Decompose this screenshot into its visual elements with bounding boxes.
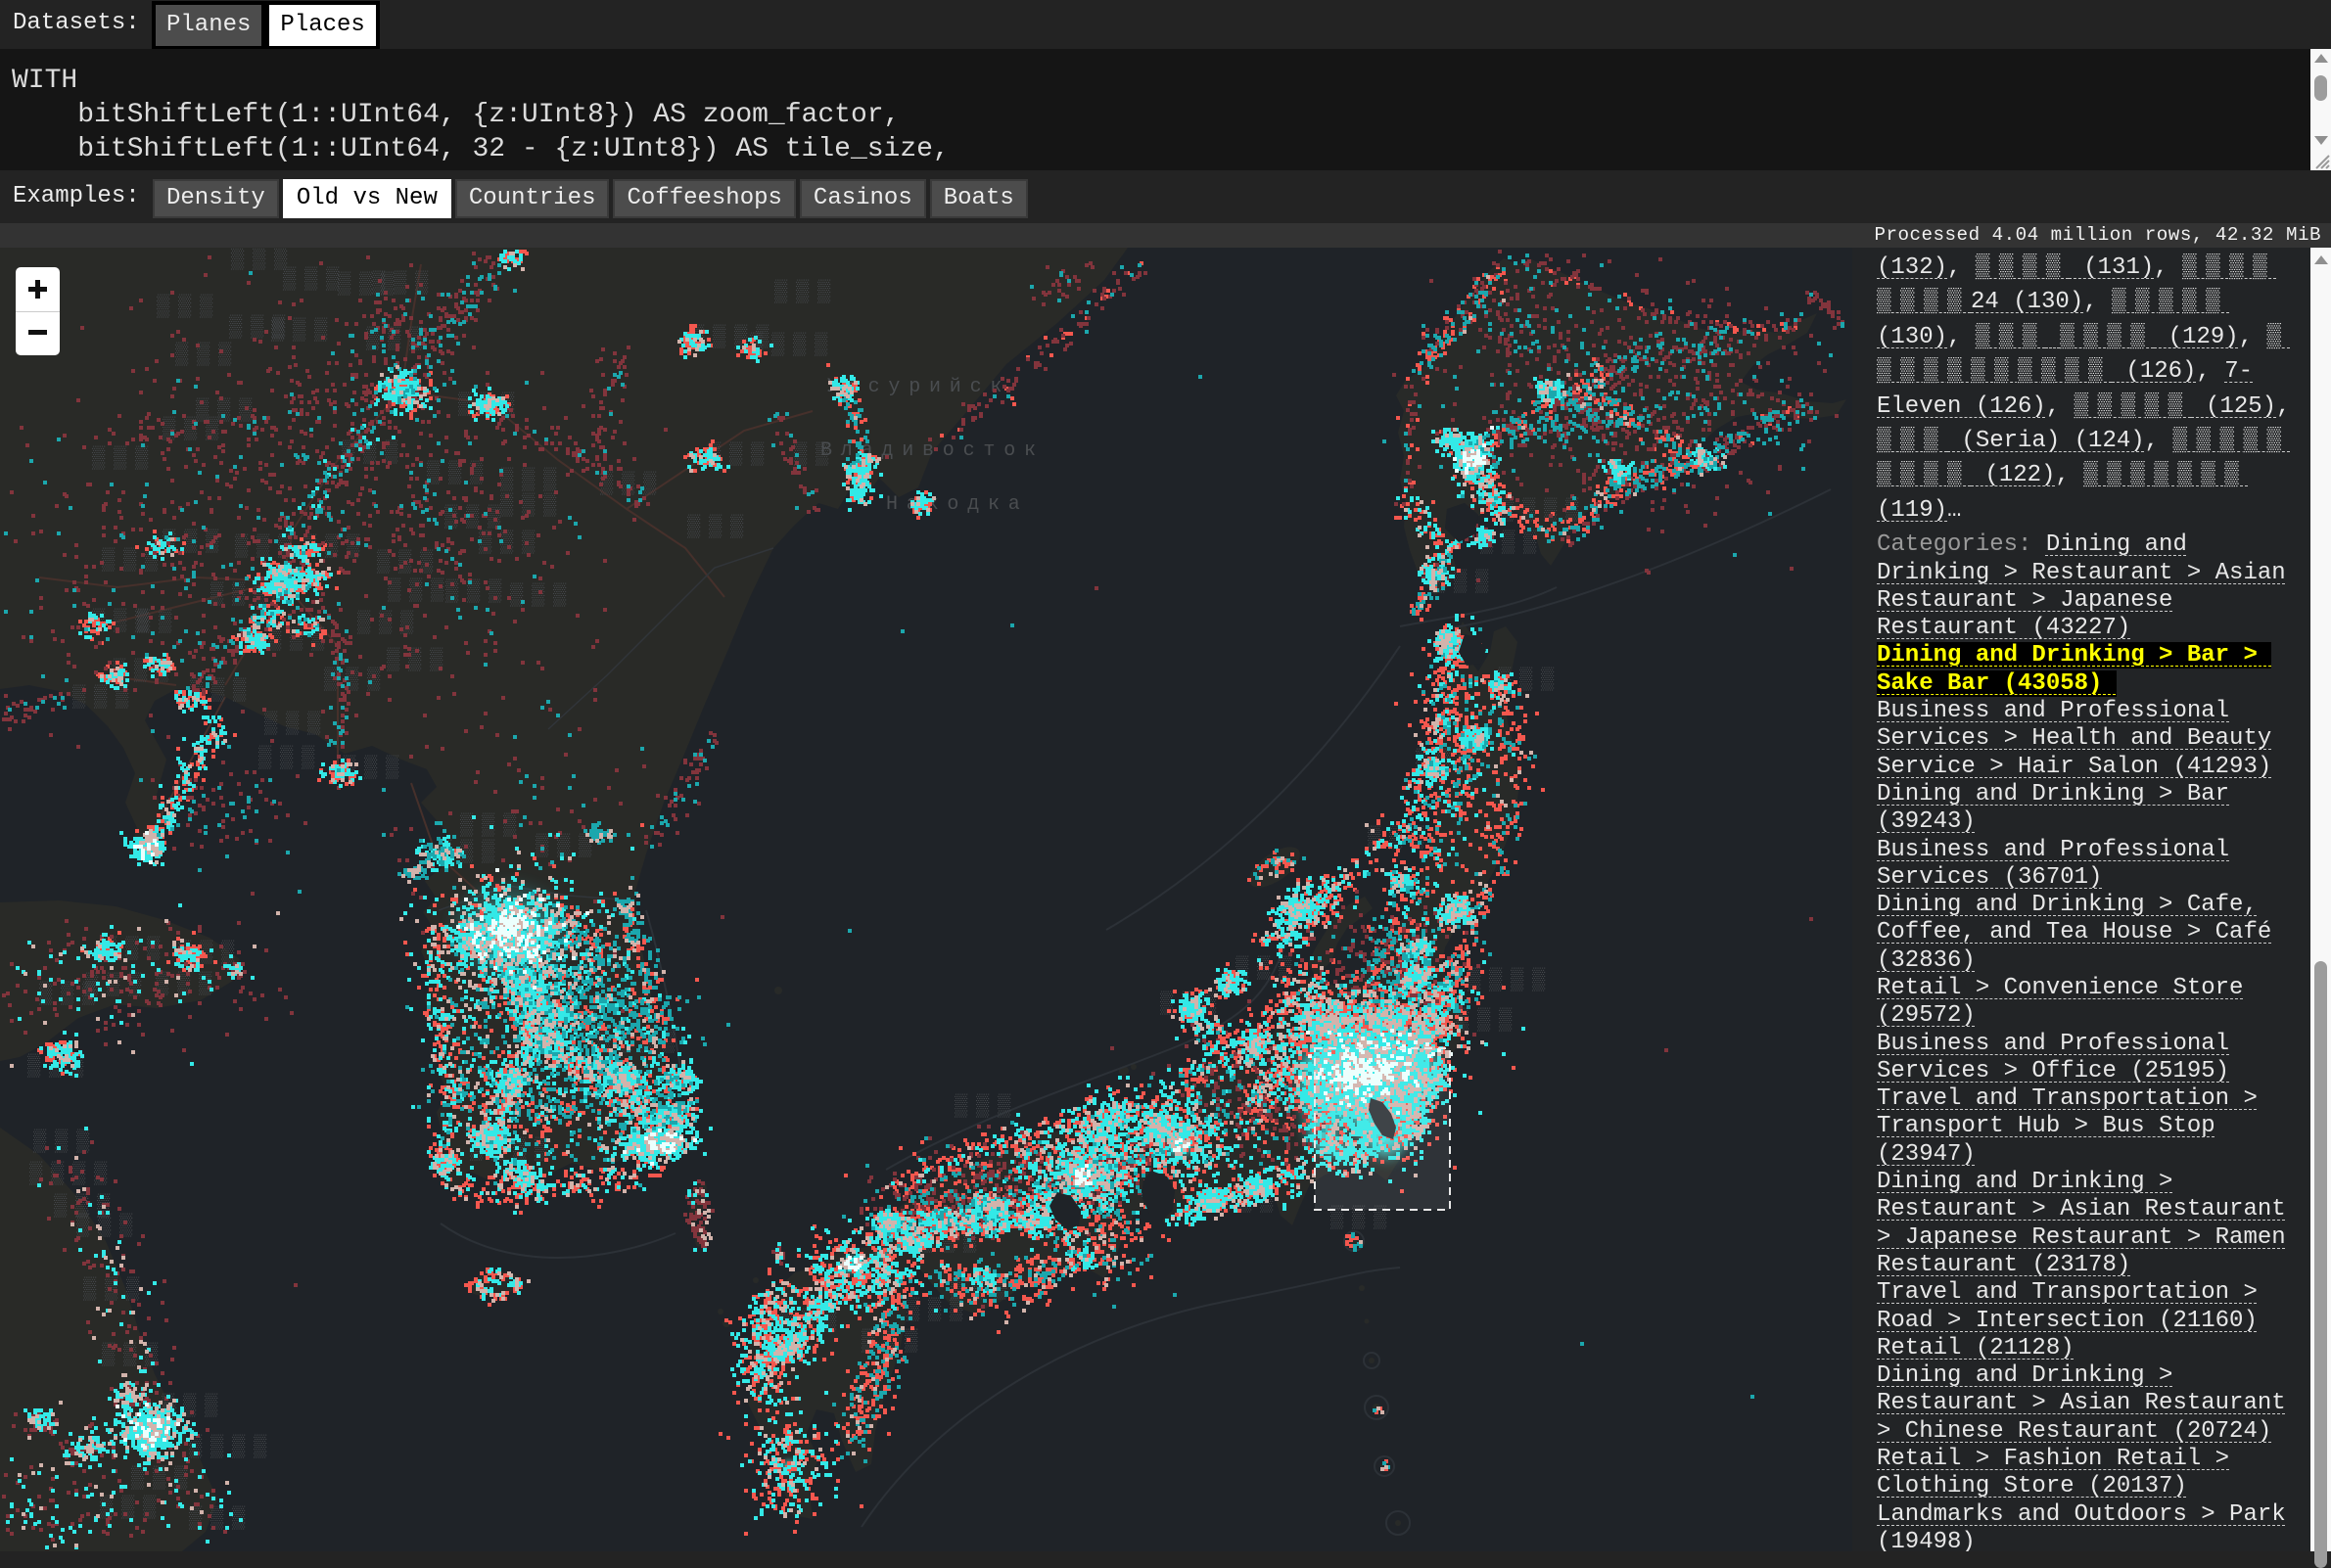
svg-text:▒▒▒▒: ▒▒▒▒ — [189, 1434, 275, 1459]
svg-text:▒▒▒: ▒▒▒ — [72, 684, 137, 710]
svg-text:▒▒▒▒: ▒▒▒▒ — [750, 332, 836, 357]
svg-text:▒▒▒: ▒▒▒ — [175, 342, 240, 367]
svg-text:▒▒▒: ▒▒▒ — [955, 1093, 1019, 1119]
svg-text:▒▒▒: ▒▒▒ — [264, 711, 329, 736]
svg-text:▒▒▒: ▒▒▒ — [271, 317, 336, 343]
svg-text:▒▒▒: ▒▒▒ — [157, 294, 221, 319]
svg-text:▒▒▒: ▒▒▒ — [33, 1129, 98, 1154]
svg-text:Находка: Находка — [886, 493, 1029, 516]
svg-text:▒▒▒: ▒▒▒ — [500, 492, 565, 518]
svg-text:▒▒▒▒: ▒▒▒▒ — [29, 1161, 116, 1186]
svg-text:▒▒▒: ▒▒▒ — [687, 514, 752, 539]
svg-text:▒▒▒: ▒▒▒ — [907, 1297, 971, 1322]
svg-text:▒▒▒: ▒▒▒ — [388, 577, 452, 603]
svg-text:▒▒▒: ▒▒▒ — [283, 266, 348, 292]
svg-text:▒▒▒: ▒▒▒ — [600, 471, 665, 496]
svg-text:▒▒▒: ▒▒▒ — [510, 582, 575, 608]
svg-text:▒▒▒: ▒▒▒ — [357, 610, 422, 635]
svg-text:▒▒▒: ▒▒▒ — [85, 972, 150, 997]
svg-text:▒▒▒: ▒▒▒ — [774, 279, 839, 304]
svg-text:▒▒▒: ▒▒▒ — [258, 745, 323, 770]
svg-text:▒▒▒: ▒▒▒ — [92, 445, 157, 471]
svg-text:▒▒: ▒▒ — [137, 609, 180, 634]
svg-text:▒▒▒: ▒▒▒ — [76, 1213, 141, 1238]
svg-text:▒▒▒: ▒▒▒ — [445, 578, 510, 604]
svg-text:▒▒▒: ▒▒▒ — [500, 467, 565, 492]
